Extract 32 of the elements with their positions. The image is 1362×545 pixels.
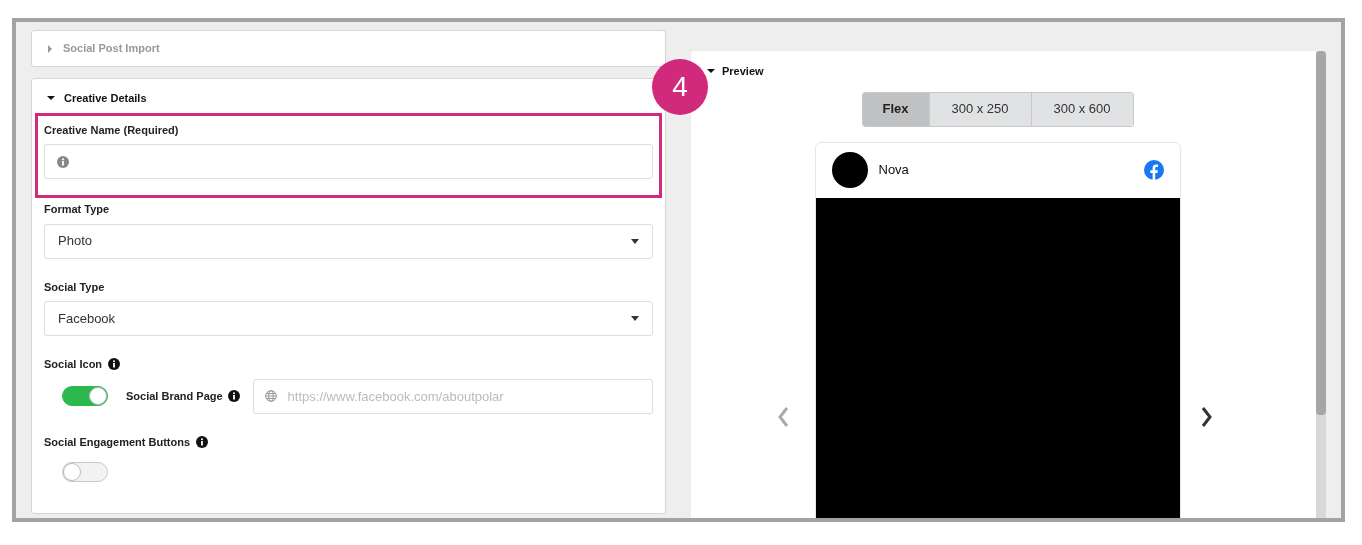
section-title[interactable]: Creative Details bbox=[64, 90, 147, 107]
info-icon bbox=[196, 435, 209, 448]
avatar bbox=[831, 152, 868, 188]
info-icon bbox=[227, 390, 240, 402]
field-label: Format Type bbox=[44, 202, 110, 217]
field-label: Creative Name (Required) bbox=[44, 122, 179, 138]
scrollbar[interactable] bbox=[1316, 51, 1326, 518]
field-label: Social Type bbox=[44, 279, 105, 295]
page-name: Nova bbox=[878, 161, 909, 180]
size-tab[interactable]: Flex bbox=[862, 92, 929, 126]
dropdown-caret-icon bbox=[631, 238, 639, 244]
field-label: Social Icon bbox=[44, 357, 103, 372]
select-field[interactable]: Facebook bbox=[44, 301, 653, 336]
facebook-logo-icon bbox=[1143, 160, 1164, 180]
globe-icon bbox=[264, 389, 277, 402]
dropdown-caret-icon bbox=[631, 316, 639, 321]
url-field[interactable]: https://www.facebook.com/aboutpolar bbox=[252, 378, 653, 414]
caret-right-icon[interactable] bbox=[46, 44, 54, 53]
field-label: Social Brand Page bbox=[126, 388, 223, 404]
toggle-switch[interactable] bbox=[62, 462, 108, 482]
text-field[interactable] bbox=[44, 144, 653, 179]
chevron-left-icon[interactable] bbox=[776, 405, 789, 428]
select-field[interactable]: Photo bbox=[44, 223, 653, 259]
field-label: Social Engagement Buttons bbox=[44, 434, 191, 450]
info-icon bbox=[57, 155, 69, 168]
size-tab[interactable]: 300 x 600 bbox=[1030, 92, 1133, 126]
size-tab[interactable]: 300 x 250 bbox=[928, 92, 1031, 126]
toggle-switch[interactable] bbox=[62, 386, 108, 406]
section-title[interactable]: Preview bbox=[722, 63, 764, 80]
chevron-right-icon[interactable] bbox=[1200, 405, 1213, 428]
caret-down-icon[interactable] bbox=[47, 94, 55, 103]
info-icon bbox=[108, 358, 121, 371]
